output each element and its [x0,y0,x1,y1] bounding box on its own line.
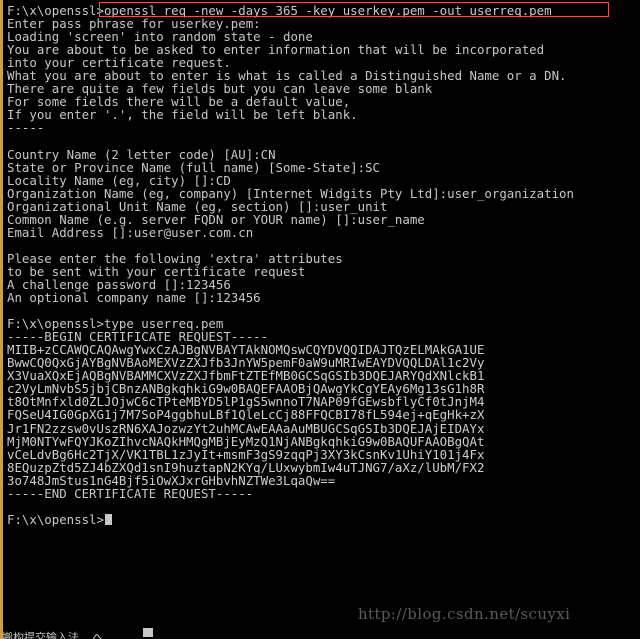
final-prompt-row[interactable]: F:\x\openssl> [7,513,640,526]
dn-field-locality: Locality Name (eg, city) []:CD [7,172,231,188]
dn-field-state: State or Province Name (full name) [Some… [7,159,380,175]
dn-field-organizational-unit: Organizational Unit Name (eg, section) [… [7,198,388,214]
certificate-end-marker: -----END CERTIFICATE REQUEST----- [7,485,254,501]
dn-field-common-name: Common Name (e.g. server FQDN or YOUR na… [7,211,425,227]
terminal-output-area[interactable]: F:\x\openssl>openssl req -new -days 365 … [2,2,640,526]
text-cursor [104,513,112,525]
output-line-separator: ----- [7,120,45,136]
certificate-body-line: 3o748JmStus1nG4Bjf5iOwXJxrGHbvhNZTWe3Lqa… [7,472,336,488]
extra-attribute-company-name: An optional company name []:123456 [7,290,261,306]
command-line-row: F:\x\openssl>openssl req -new -days 365 … [7,2,640,18]
watermark-url: http://blog.csdn.net/scuyxi [358,605,571,623]
ime-hint-text: 搬构提交输入法 へ [2,631,104,639]
certificate-body-line: 8EQuzpZtd5ZJ4bZXQd1snI9huztapN2KYq/LUxwy… [7,459,485,475]
dn-field-email: Email Address []:user@user.com.cn [7,224,254,240]
certificate-body-line: FQSeU4IG0GpXG1j7M7SoP4ggbhuLBf1QleLcCj88… [7,407,485,423]
terminal-window[interactable]: F:\x\openssl>openssl req -new -days 365 … [0,0,640,639]
extra-attributes-intro-1: Please enter the following 'extra' attri… [7,250,343,266]
certificate-body-line: MjM0NTYwFQYJKoZIhvcNAQkHMQgMBjEyMzQ1NjAN… [7,433,485,449]
certificate-body-line: Jr1FN2zzsw0vUszRN6XAJozwzYt2uhMCAwEAAaAu… [7,420,485,436]
ime-indicator-icon [143,628,153,637]
output-line-info-6: If you enter '.', the field will be left… [7,107,358,123]
dn-field-organization: Organization Name (eg, company) [Interne… [7,185,574,201]
dn-field-country: Country Name (2 letter code) [AU]:CN [7,146,276,162]
command-line: F:\x\openssl>openssl req -new -days 365 … [7,3,552,18]
final-prompt-text: F:\x\openssl> [7,511,104,527]
certificate-body-line: vCeLdvBg6Hc2TjX/VK1TBL1zJyIt+msmF3gS9zqq… [7,446,485,462]
